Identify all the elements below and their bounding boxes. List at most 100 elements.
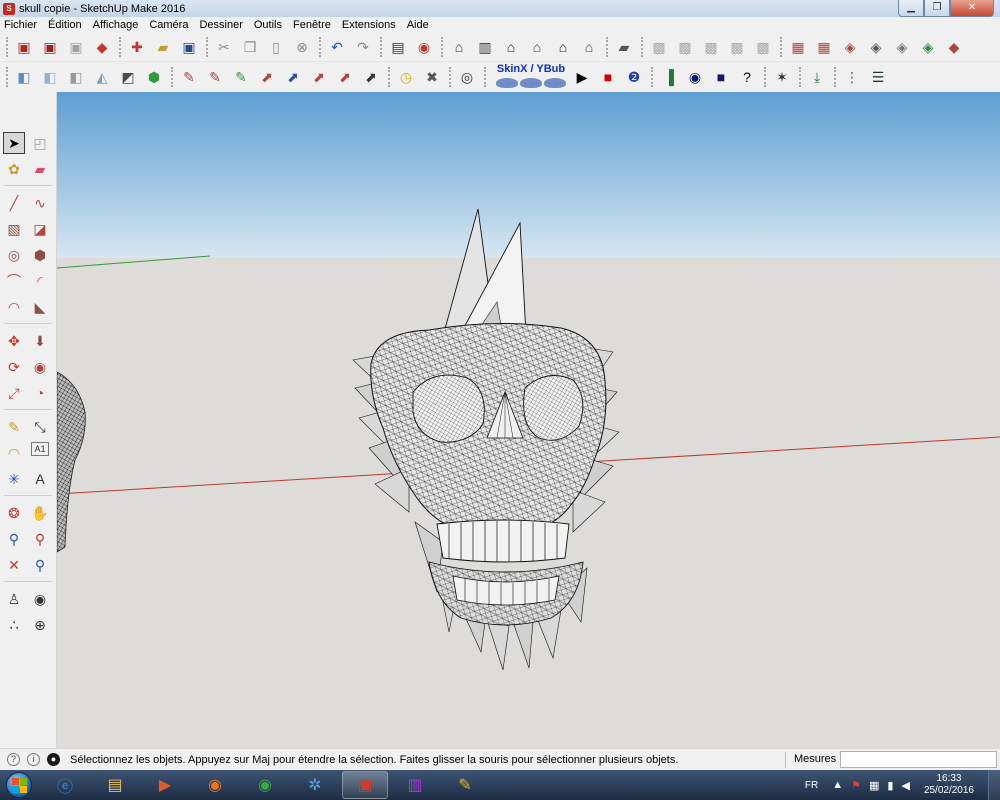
wireframe-cube-icon[interactable]: ✶ bbox=[771, 66, 793, 88]
skin-shape-icon[interactable] bbox=[496, 77, 518, 88]
right-view-icon[interactable]: ⌂ bbox=[526, 36, 548, 58]
paste-icon[interactable]: ▯ bbox=[265, 36, 287, 58]
rotate-tool-icon[interactable]: ⟳ bbox=[3, 356, 25, 378]
volume-muted-icon[interactable]: ◀ bbox=[901, 779, 909, 792]
component-icon[interactable]: ▣ bbox=[65, 36, 87, 58]
two-point-arc-icon[interactable]: ◜ bbox=[29, 270, 51, 292]
text-tool-icon[interactable]: A1 bbox=[31, 442, 49, 456]
toolbar-grip[interactable] bbox=[206, 37, 209, 57]
menu-item[interactable]: Fenêtre bbox=[293, 19, 331, 31]
skinx-ybub-toolbar[interactable]: SkinX / YBub bbox=[491, 63, 571, 90]
push-pull-icon[interactable]: ⬇ bbox=[29, 330, 51, 352]
show-hidden-icon[interactable]: ▲ bbox=[832, 779, 843, 791]
section-plane-icon[interactable]: ◩ bbox=[117, 66, 139, 88]
follow-me-icon[interactable]: ◉ bbox=[29, 356, 51, 378]
xray-cube-icon[interactable]: ◧ bbox=[13, 66, 35, 88]
toolbar-grip[interactable] bbox=[119, 37, 122, 57]
undo-icon[interactable]: ↶ bbox=[326, 36, 348, 58]
minimize-icon[interactable]: ▁ bbox=[898, 0, 924, 17]
signal-icon[interactable]: ▮ bbox=[887, 779, 893, 792]
monochrome-cube-icon[interactable]: ◧ bbox=[65, 66, 87, 88]
orbit-tool-icon[interactable]: ❂ bbox=[3, 502, 25, 524]
bezier-icon[interactable]: ✎ bbox=[230, 66, 252, 88]
stop-icon[interactable]: ■ bbox=[597, 66, 619, 88]
sandbox-detail-icon[interactable]: ◈ bbox=[917, 36, 939, 58]
toolbar-grip[interactable] bbox=[606, 37, 609, 57]
push-pull-green-icon[interactable]: ⬢ bbox=[143, 66, 165, 88]
polygon-tool-icon[interactable]: ⬢ bbox=[29, 244, 51, 266]
blue-square-icon[interactable]: ■ bbox=[710, 66, 732, 88]
play-icon[interactable]: ▶ bbox=[571, 66, 593, 88]
flag-icon[interactable]: ⚑ bbox=[851, 779, 861, 792]
zoom-extents-alt-icon[interactable]: ⚲ bbox=[29, 554, 51, 576]
joint-push-icon[interactable]: ⬈ bbox=[282, 66, 304, 88]
look-around-icon[interactable]: ◉ bbox=[29, 588, 51, 610]
3d-text-icon[interactable]: A bbox=[29, 468, 51, 490]
help-icon[interactable]: ? bbox=[736, 66, 758, 88]
style-backedge-icon[interactable]: ▩ bbox=[674, 36, 696, 58]
toolbar-grip[interactable] bbox=[449, 66, 452, 87]
firefox-icon[interactable]: ◉ bbox=[192, 771, 238, 799]
toolbar-grip[interactable] bbox=[764, 66, 767, 87]
sketchup-task-icon[interactable]: ▣ bbox=[342, 771, 388, 799]
dimension-tool-icon[interactable]: ⤡ bbox=[29, 416, 51, 438]
pie-tool-icon[interactable]: ◣ bbox=[29, 296, 51, 318]
circle-icon[interactable]: ◉ bbox=[684, 66, 706, 88]
rotated-rect-icon[interactable]: ◪ bbox=[29, 218, 51, 240]
sandbox-contours-icon[interactable]: ▦ bbox=[787, 36, 809, 58]
arc-tool-icon[interactable]: ⌒ bbox=[3, 270, 25, 292]
show-desktop-button[interactable] bbox=[988, 770, 1000, 800]
round-corner-icon[interactable]: ⬈ bbox=[308, 66, 330, 88]
model-info-icon[interactable]: ▣ bbox=[39, 36, 61, 58]
circle-tool-icon[interactable]: ◎ bbox=[3, 244, 25, 266]
paint-bucket-icon[interactable]: ✿ bbox=[3, 158, 25, 180]
eraser-icon[interactable]: ▰ bbox=[29, 158, 51, 180]
paint-palette-icon[interactable]: ✎ bbox=[442, 771, 488, 799]
menu-item[interactable]: Extensions bbox=[342, 19, 396, 31]
zoom-tool-icon[interactable]: ⚲ bbox=[3, 528, 25, 550]
front-view-icon[interactable]: ⌂ bbox=[500, 36, 522, 58]
menu-item[interactable]: Dessiner bbox=[199, 19, 242, 31]
textured-shape-icon[interactable]: ◭ bbox=[91, 66, 113, 88]
tools-icon[interactable]: ✖ bbox=[421, 66, 443, 88]
menu-item[interactable]: Fichier bbox=[4, 19, 37, 31]
green-bars-icon[interactable]: ▐ bbox=[658, 66, 680, 88]
chrome-icon[interactable]: ◉ bbox=[242, 771, 288, 799]
toolbar-grip[interactable] bbox=[799, 66, 802, 87]
save-icon[interactable]: ▣ bbox=[178, 36, 200, 58]
menu-item[interactable]: Outils bbox=[254, 19, 282, 31]
shaded-cube-icon[interactable]: ◧ bbox=[39, 66, 61, 88]
three-point-arc-icon[interactable]: ◠ bbox=[3, 296, 25, 318]
rectangle-tool-icon[interactable]: ▧ bbox=[3, 218, 25, 240]
style-wireframe-icon[interactable]: ▩ bbox=[700, 36, 722, 58]
menu-item[interactable]: Affichage bbox=[93, 19, 139, 31]
soften-icon[interactable]: ⬈ bbox=[360, 66, 382, 88]
style-xray-icon[interactable]: ▩ bbox=[648, 36, 670, 58]
viewport-canvas[interactable] bbox=[57, 92, 1000, 748]
tape-measure-icon[interactable]: ✎ bbox=[3, 416, 25, 438]
bars-app-icon[interactable]: ▥ bbox=[392, 771, 438, 799]
offset-tool-icon[interactable]: ◔ bbox=[29, 382, 51, 404]
open-model-icon[interactable]: ▣ bbox=[13, 36, 35, 58]
section-tool-icon[interactable]: ⊕ bbox=[29, 614, 51, 636]
curve-tool-icon[interactable]: ✎ bbox=[204, 66, 226, 88]
grid-dots-icon[interactable]: ⋮ bbox=[841, 66, 863, 88]
toolbar-grip[interactable] bbox=[6, 37, 9, 57]
left-view-icon[interactable]: ⌂ bbox=[578, 36, 600, 58]
start-button[interactable] bbox=[0, 770, 38, 800]
style-hidden-icon[interactable]: ▩ bbox=[726, 36, 748, 58]
zoom-window-icon[interactable]: ⚲ bbox=[29, 528, 51, 550]
toolbar-grip[interactable] bbox=[834, 66, 837, 87]
toolbar-grip[interactable] bbox=[651, 66, 654, 87]
axes-tool-icon[interactable]: ✳ bbox=[3, 468, 25, 490]
model-viewport[interactable] bbox=[57, 92, 1000, 748]
open-folder-icon[interactable]: ▰ bbox=[152, 36, 174, 58]
copy-icon[interactable]: ❐ bbox=[239, 36, 261, 58]
menu-item[interactable]: Caméra bbox=[149, 19, 188, 31]
style-shaded-icon[interactable]: ▩ bbox=[752, 36, 774, 58]
toolbar-grip[interactable] bbox=[171, 66, 174, 87]
component-tool-icon[interactable]: ◰ bbox=[29, 132, 51, 154]
sandbox-drape-icon[interactable]: ◈ bbox=[891, 36, 913, 58]
extrude-icon[interactable]: ⬈ bbox=[256, 66, 278, 88]
toolbar-grip[interactable] bbox=[6, 66, 9, 87]
